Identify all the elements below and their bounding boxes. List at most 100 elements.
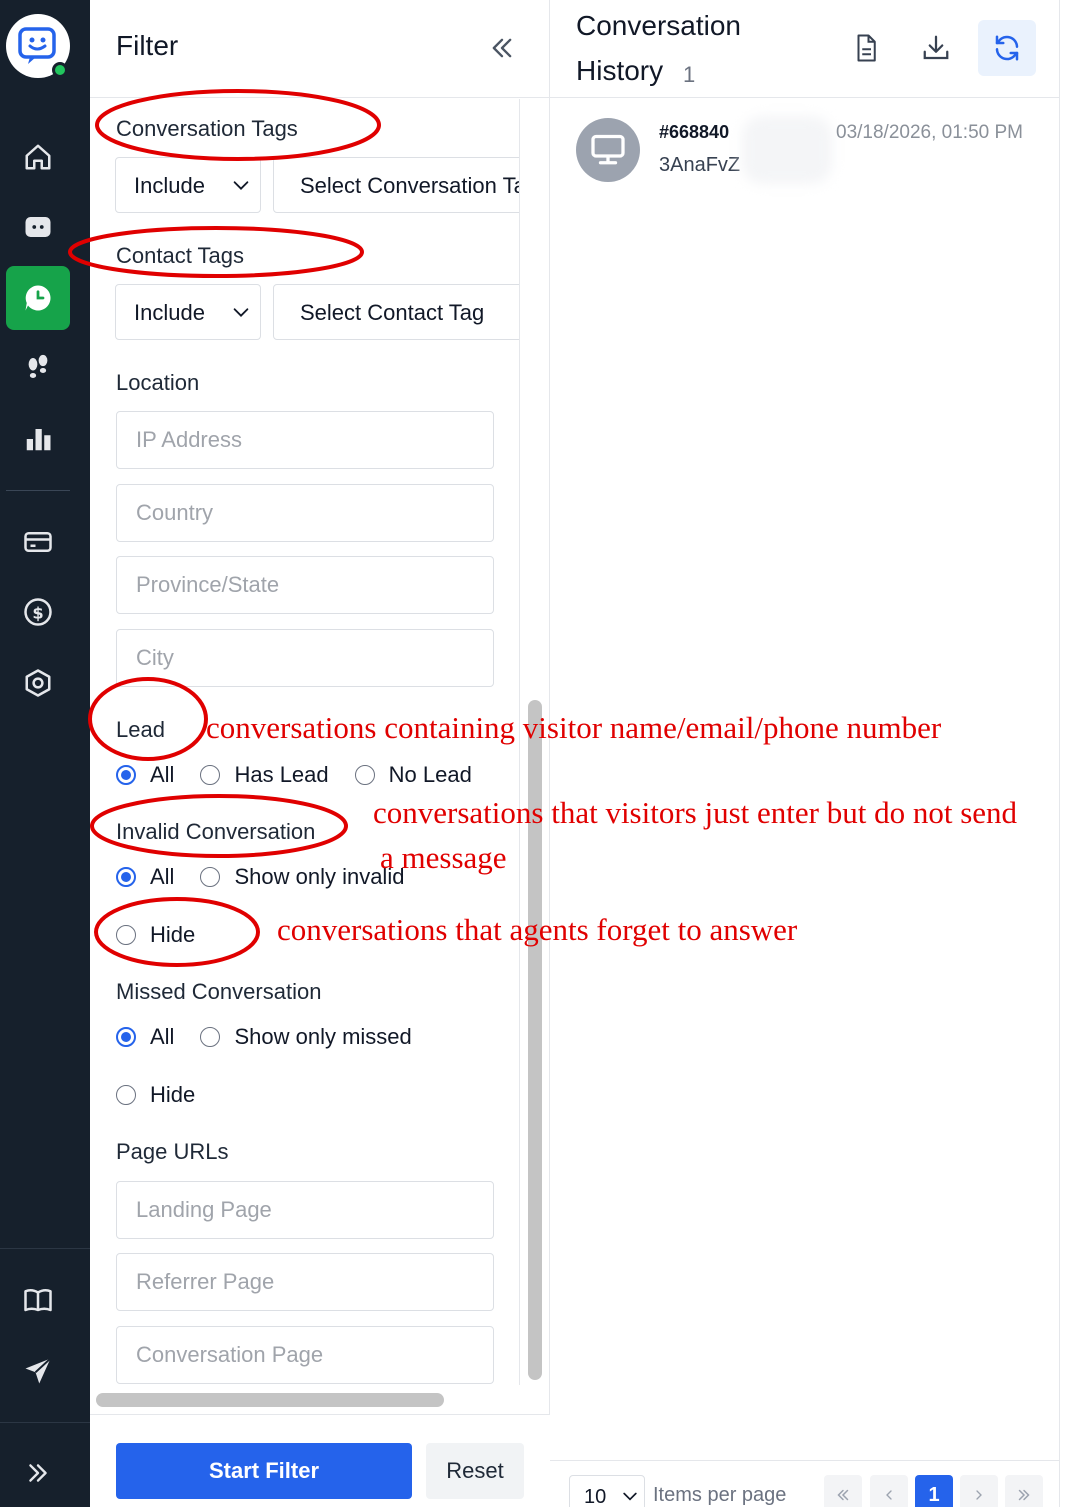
province-state-input[interactable]: [116, 556, 494, 614]
download-button[interactable]: [907, 20, 965, 76]
history-title-line1: Conversation: [576, 10, 741, 41]
rail-item-pricing[interactable]: $: [6, 580, 70, 644]
history-title-line2: History: [576, 55, 664, 86]
pagination-bar: 10 Items per page 1: [550, 1460, 1060, 1507]
rail-item-settings[interactable]: [6, 651, 70, 715]
radio-circle: [200, 1027, 221, 1047]
start-filter-button[interactable]: Start Filter: [116, 1443, 412, 1499]
chevron-down-icon: [233, 181, 249, 190]
radio-label: All: [150, 762, 175, 787]
rail-divider: [0, 1248, 90, 1249]
conversation-page-input[interactable]: [116, 1326, 494, 1384]
prev-page-button[interactable]: [870, 1475, 908, 1507]
annotation-invalid-note-line1: conversations that visitors just enter b…: [373, 795, 1018, 830]
svg-text:$: $: [32, 603, 43, 622]
city-input[interactable]: [116, 629, 494, 687]
footprints-icon: [28, 354, 48, 378]
radio-circle: [116, 867, 136, 887]
refresh-button[interactable]: [978, 20, 1036, 76]
radio-circle: [200, 867, 221, 887]
radio-circle: [116, 1027, 136, 1047]
rail-expand-button[interactable]: [6, 1441, 70, 1505]
conversation-tags-select[interactable]: Select Conversation Tag: [273, 157, 520, 213]
double-chevron-right-icon: [1018, 1489, 1030, 1501]
radio-label: Hide: [150, 1082, 196, 1107]
conversation-tags-mode-select[interactable]: Include: [115, 157, 261, 213]
conversation-visitor: 3AnaFvZ: [659, 154, 741, 176]
select-value: Include: [134, 300, 205, 325]
contact-tags-label: Contact Tags: [116, 243, 245, 268]
ip-address-input[interactable]: [116, 411, 494, 469]
invalid-radio-all[interactable]: All: [116, 864, 174, 890]
rail-item-home[interactable]: [6, 125, 70, 189]
rail-item-history[interactable]: [6, 266, 70, 330]
rail-item-send[interactable]: [6, 1339, 70, 1403]
export-report-button[interactable]: [837, 20, 895, 76]
contact-tags-select[interactable]: Select Contact Tag: [273, 284, 519, 340]
filter-header: Filter: [90, 0, 550, 98]
reset-button[interactable]: Reset: [426, 1443, 524, 1499]
rail-item-chat[interactable]: [6, 195, 70, 259]
radio-label: No Lead: [388, 762, 472, 787]
chevron-down-icon: [233, 308, 249, 317]
radio-label: Has Lead: [234, 762, 329, 787]
select-placeholder: Select Contact Tag: [300, 300, 485, 325]
annotation-hide-note: conversations that agents forget to answ…: [277, 912, 798, 947]
missed-radio-all[interactable]: All: [116, 1024, 174, 1050]
collapse-filter-button[interactable]: [484, 30, 520, 66]
conversation-tags-label: Conversation Tags: [116, 116, 298, 141]
refresh-icon: [995, 35, 1019, 61]
rail-divider: [6, 490, 70, 491]
missed-radio-group: All Show only missed: [116, 1022, 438, 1052]
page-button-current[interactable]: 1: [915, 1475, 953, 1507]
desktop-monitor-icon: [591, 134, 625, 165]
conversation-id: #668840: [659, 122, 730, 142]
select-placeholder: Select Conversation Tag: [300, 173, 520, 198]
chevron-left-icon: [886, 1490, 892, 1500]
next-page-button[interactable]: [960, 1475, 998, 1507]
missed-conversation-label: Missed Conversation: [116, 979, 322, 1004]
download-icon: [923, 35, 949, 60]
rail-item-visitors[interactable]: [6, 336, 70, 400]
double-chevron-left-icon: [492, 38, 512, 58]
dollar-circle-icon: $: [24, 598, 52, 626]
double-chevron-left-icon: [837, 1489, 849, 1501]
radio-label: All: [150, 1024, 175, 1049]
file-text-icon: [857, 34, 876, 62]
filter-panel: Filter Conversation Tags Include Select …: [90, 0, 550, 1507]
last-page-button[interactable]: [1005, 1475, 1043, 1507]
lead-radio-all[interactable]: All: [116, 762, 174, 788]
radio-circle: [200, 765, 221, 785]
filter-title: Filter: [116, 30, 179, 61]
landing-page-input[interactable]: [116, 1181, 494, 1239]
conversation-history-panel: Conversation History 1 #668840 3AnaFvZ 0…: [550, 0, 1060, 1507]
visitor-avatar: [576, 118, 640, 182]
first-page-button[interactable]: [824, 1475, 862, 1507]
radio-label: Show only invalid: [234, 864, 405, 889]
lead-radio-has-lead[interactable]: Has Lead: [200, 762, 329, 788]
invalid-radio-show-only[interactable]: Show only invalid: [200, 864, 404, 890]
country-input[interactable]: [116, 484, 494, 542]
lead-radio-no-lead[interactable]: No Lead: [354, 762, 472, 788]
page-urls-label: Page URLs: [116, 1139, 229, 1164]
invalid-radio-group-row2: Hide: [116, 920, 221, 950]
missed-radio-show-only[interactable]: Show only missed: [200, 1024, 412, 1050]
double-chevron-right-icon: [29, 1464, 47, 1482]
redaction-blur: [742, 116, 832, 184]
page-size-select[interactable]: 10: [569, 1475, 645, 1507]
rail-item-analytics[interactable]: [6, 407, 70, 471]
chevron-down-icon: [623, 1492, 637, 1501]
conversation-list-item[interactable]: #668840 3AnaFvZ 03/18/2026, 01:50 PM: [550, 100, 1060, 200]
rail-item-docs[interactable]: [6, 1268, 70, 1332]
referrer-page-input[interactable]: [116, 1253, 494, 1311]
contact-tags-mode-select[interactable]: Include: [115, 284, 261, 340]
invalid-radio-hide[interactable]: Hide: [116, 922, 195, 948]
horizontal-scrollbar-thumb[interactable]: [96, 1393, 444, 1407]
bar-chart-icon: [26, 429, 51, 451]
book-icon: [24, 1289, 52, 1312]
lead-radio-group: All Has Lead No Lead: [116, 760, 498, 790]
rail-item-billing[interactable]: [6, 510, 70, 574]
radio-circle: [116, 1085, 136, 1105]
chevron-right-icon: [976, 1490, 982, 1500]
missed-radio-hide[interactable]: Hide: [116, 1082, 195, 1108]
